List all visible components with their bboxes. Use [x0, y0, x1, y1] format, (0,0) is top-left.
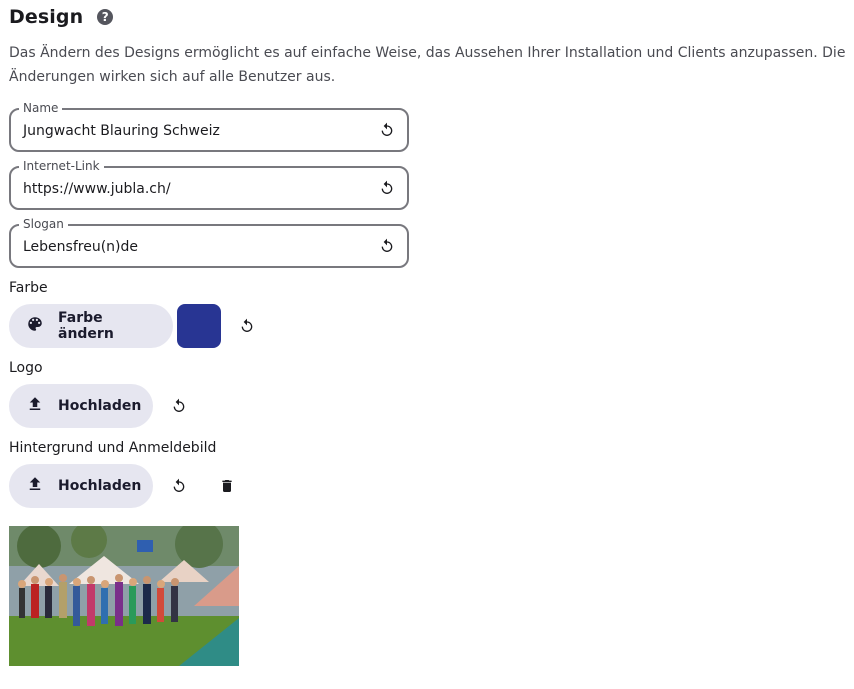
slogan-field-label: Slogan [19, 216, 68, 232]
slogan-field-value[interactable]: Lebensfreu(n)de [23, 238, 138, 256]
upload-icon [26, 395, 44, 417]
undo-icon[interactable] [377, 120, 397, 140]
upload-logo-button[interactable]: Hochladen [9, 384, 153, 428]
name-field-value[interactable]: Jungwacht Blauring Schweiz [23, 122, 220, 140]
section-description: Das Ändern des Designs ermöglicht es auf… [9, 45, 846, 85]
page-title: Design [9, 6, 84, 28]
palette-icon [26, 315, 44, 337]
slogan-field[interactable]: Slogan Lebensfreu(n)de [9, 216, 409, 268]
undo-icon[interactable] [167, 394, 191, 418]
link-field-label: Internet-Link [19, 158, 104, 174]
trash-icon[interactable] [215, 474, 239, 498]
upload-logo-button-label: Hochladen [58, 398, 142, 414]
name-field-label: Name [19, 100, 63, 116]
color-swatch[interactable] [177, 304, 221, 348]
upload-background-button-label: Hochladen [58, 478, 142, 494]
change-color-button[interactable]: Farbe ändern [9, 304, 173, 348]
help-circle-icon[interactable]: ? [97, 9, 114, 25]
name-field[interactable]: Name Jungwacht Blauring Schweiz [9, 100, 409, 152]
undo-icon[interactable] [377, 178, 397, 198]
color-label: Farbe [9, 280, 48, 296]
section-header: Design ? [9, 3, 114, 31]
upload-background-button[interactable]: Hochladen [9, 464, 153, 508]
undo-icon[interactable] [235, 314, 259, 338]
undo-icon[interactable] [377, 236, 397, 256]
change-color-button-label: Farbe ändern [58, 310, 114, 342]
logo-label: Logo [9, 360, 43, 376]
undo-icon[interactable] [167, 474, 191, 498]
link-field-value[interactable]: https://www.jubla.ch/ [23, 180, 171, 198]
background-image-preview [9, 526, 239, 666]
background-label: Hintergrund und Anmeldebild [9, 440, 217, 456]
upload-icon [26, 475, 44, 497]
link-field[interactable]: Internet-Link https://www.jubla.ch/ [9, 158, 409, 210]
